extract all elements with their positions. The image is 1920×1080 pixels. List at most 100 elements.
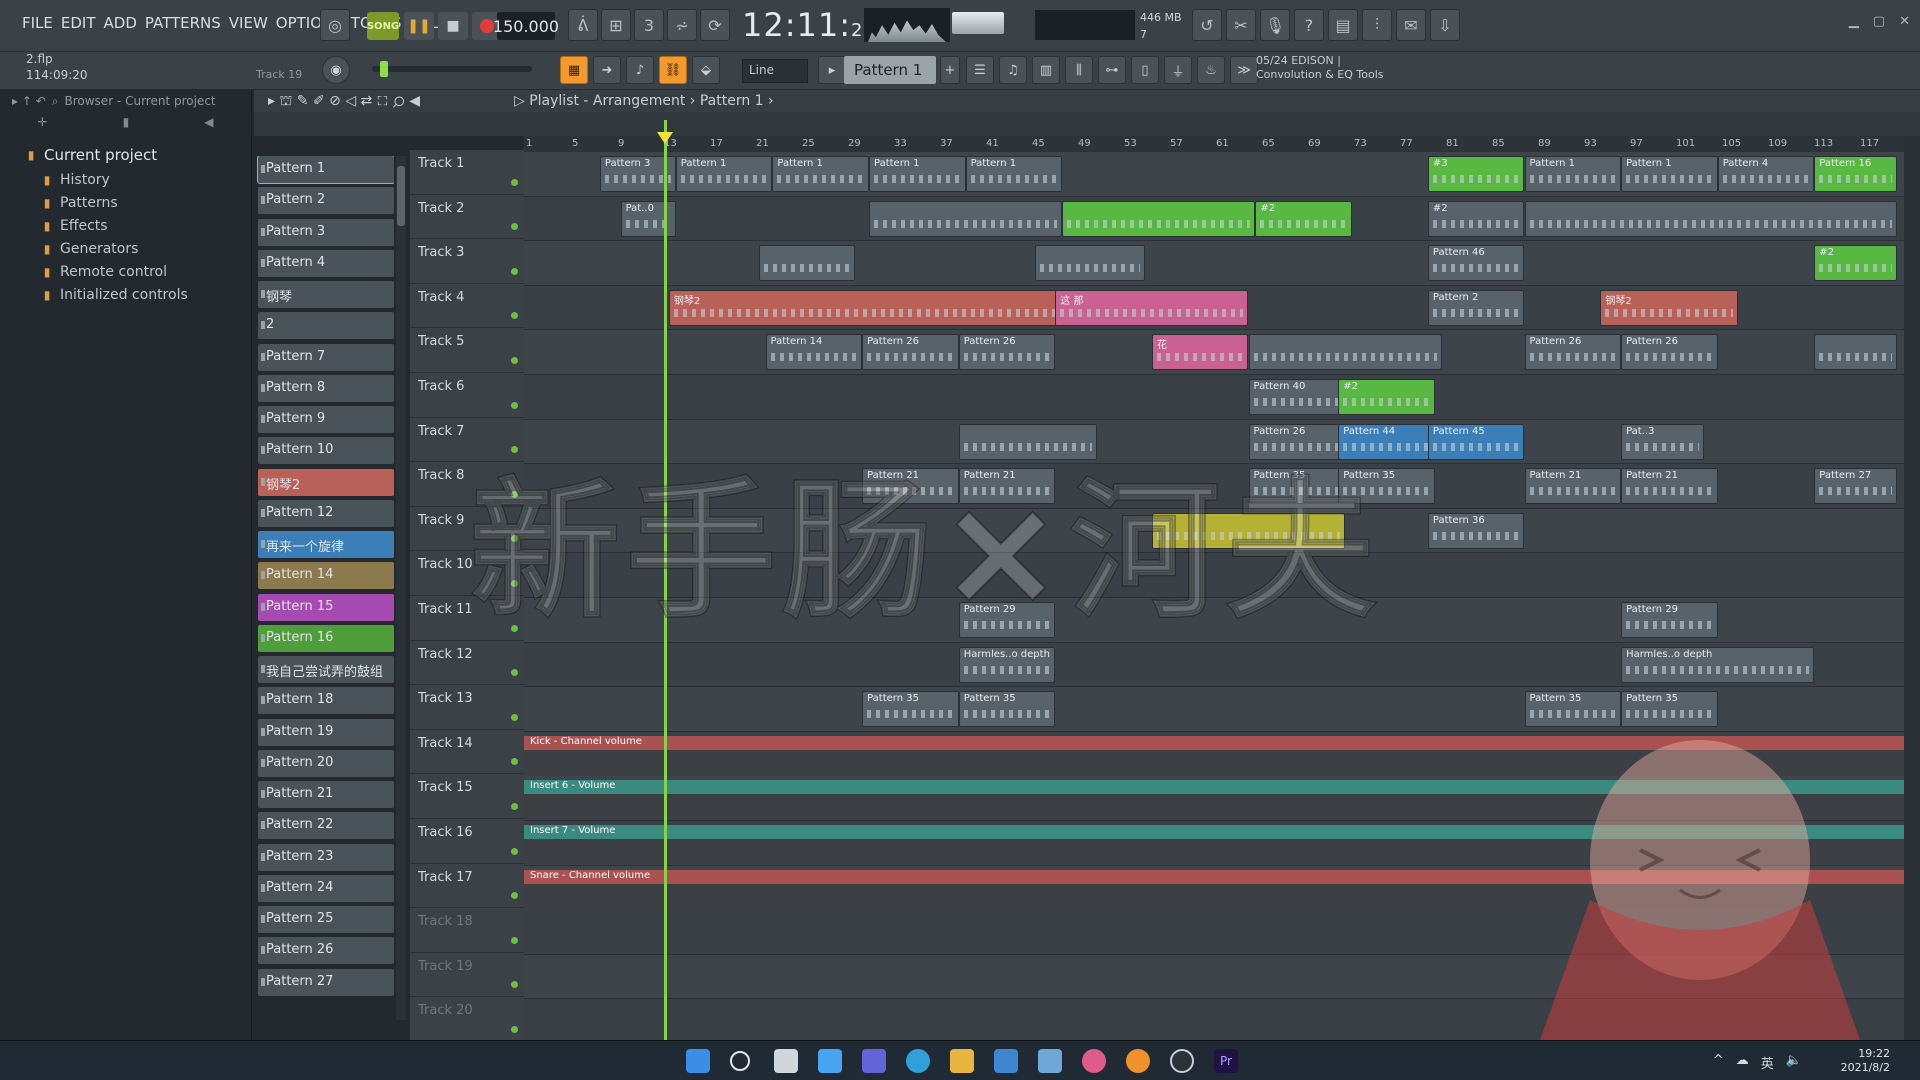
playlist-view-icon[interactable]: ☰ bbox=[966, 56, 994, 84]
tempo-tap-icon[interactable]: ♨ bbox=[1197, 56, 1225, 84]
maximize-icon[interactable]: ▢ bbox=[1873, 14, 1885, 29]
browser-item[interactable]: ▮ Generators bbox=[0, 237, 251, 260]
download-icon[interactable]: ⇩ bbox=[1430, 9, 1460, 41]
obs-icon[interactable] bbox=[1170, 1049, 1194, 1073]
menu-item-patterns[interactable]: PATTERNS bbox=[145, 14, 221, 32]
pattern-clip[interactable]: #2 bbox=[1814, 245, 1898, 282]
playlist-icon[interactable]: ▦ bbox=[560, 56, 588, 84]
pattern-clip[interactable]: Pattern 26 bbox=[1524, 334, 1622, 371]
timeline-ruler[interactable]: 1 5 9 13 17 21 25 29 33 37 41 45 49 53 57 61 65 69 73 77 81 8… bbox=[524, 136, 1904, 152]
menu-item-file[interactable]: FILE bbox=[22, 14, 53, 32]
mixer-icon[interactable]: ⫶ bbox=[1362, 9, 1392, 41]
track-mute-icon[interactable] bbox=[511, 847, 518, 855]
pattern-item[interactable]: 钢琴2 bbox=[258, 468, 394, 496]
master-pitch-knob-icon[interactable]: ◉ bbox=[322, 56, 350, 84]
playlist-vertical-scrollbar[interactable] bbox=[1904, 136, 1920, 1040]
pattern-clip[interactable]: Pattern 26 bbox=[862, 334, 959, 371]
store-icon[interactable] bbox=[994, 1049, 1018, 1073]
pattern-clip[interactable]: Pattern 1 bbox=[965, 156, 1063, 192]
browser-item[interactable]: ▮ Remote control bbox=[0, 260, 251, 283]
pattern-clip[interactable]: Pattern 4 bbox=[1717, 156, 1815, 192]
piano-roll-icon[interactable]: ♫ bbox=[999, 56, 1027, 84]
playhead-marker-icon[interactable] bbox=[657, 132, 673, 144]
save-icon[interactable]: ▤ bbox=[1328, 9, 1358, 41]
pattern-clip[interactable]: Pattern 1 bbox=[772, 156, 869, 192]
browser-item[interactable]: ▮ History bbox=[0, 168, 251, 191]
pattern-item[interactable]: Pattern 23 bbox=[258, 843, 394, 871]
arrow-icon[interactable]: ➜ bbox=[593, 56, 621, 84]
track-mute-icon[interactable] bbox=[511, 669, 518, 677]
tree-icon[interactable]: ⊶ bbox=[1098, 56, 1126, 84]
loop-record-icon[interactable]: ⟳ bbox=[700, 9, 730, 41]
pattern-clip[interactable]: Pattern 29 bbox=[1621, 602, 1718, 638]
close-icon[interactable]: ✕ bbox=[1899, 14, 1910, 29]
track-header[interactable]: Track 1 bbox=[410, 150, 524, 195]
track-header[interactable]: Track 6 bbox=[410, 373, 524, 418]
track-lane[interactable] bbox=[524, 375, 1904, 420]
pattern-clip[interactable]: Pattern 26 bbox=[958, 334, 1056, 371]
track-header[interactable]: Track 12 bbox=[410, 641, 524, 686]
pattern-item[interactable]: Pattern 10 bbox=[258, 437, 394, 465]
browser-search-icon[interactable]: ⌕ bbox=[52, 94, 59, 109]
pattern-item[interactable]: Pattern 21 bbox=[258, 781, 394, 808]
pattern-clip[interactable] bbox=[1524, 200, 1898, 237]
song-mode-toggle[interactable]: SONG bbox=[367, 12, 399, 40]
browser-item[interactable]: ▮ Initialized controls bbox=[0, 283, 251, 306]
pattern-item[interactable]: Pattern 2 bbox=[258, 187, 394, 215]
pattern-item[interactable]: Pattern 9 bbox=[258, 406, 394, 433]
track-mute-icon[interactable] bbox=[511, 267, 518, 275]
track-header[interactable]: Track 5 bbox=[410, 328, 524, 373]
add-pattern-icon[interactable]: + bbox=[940, 56, 960, 84]
pattern-clip[interactable]: Pattern 2 bbox=[1427, 289, 1525, 326]
pattern-clip[interactable]: Pattern 1 bbox=[869, 156, 966, 192]
countdown-icon[interactable]: 3 bbox=[634, 9, 664, 41]
pattern-clip[interactable]: Pattern 46 bbox=[1427, 245, 1525, 282]
track-header[interactable]: Track 4 bbox=[410, 284, 524, 329]
stamp-icon[interactable]: ⬙ bbox=[692, 56, 720, 84]
metronome-icon[interactable]: ᕖ bbox=[568, 9, 598, 41]
edge-icon[interactable] bbox=[906, 1049, 930, 1073]
browser-collapse-icon[interactable]: ✛ bbox=[38, 115, 48, 134]
browser-speaker-icon[interactable]: ◀ bbox=[204, 115, 213, 134]
play-pattern-icon[interactable]: ▸ bbox=[818, 56, 846, 84]
browser-folder-icon[interactable]: ▮ bbox=[123, 115, 130, 134]
pattern-item[interactable]: Pattern 15 bbox=[258, 593, 394, 621]
start-icon[interactable] bbox=[686, 1049, 710, 1073]
pattern-clip[interactable]: #3 bbox=[1427, 156, 1525, 192]
pattern-clip[interactable]: Pattern 14 bbox=[765, 334, 863, 371]
tempo-display[interactable]: 150.000 bbox=[493, 12, 559, 40]
pattern-clip[interactable]: Pattern 35 bbox=[958, 691, 1056, 728]
track-mute-icon[interactable] bbox=[511, 356, 518, 364]
pattern-item[interactable]: 再来一个旋律 bbox=[258, 531, 394, 558]
premiere-icon[interactable]: Pr bbox=[1214, 1049, 1238, 1073]
plugin-icon[interactable]: ⏚ bbox=[1164, 56, 1192, 84]
pattern-clip[interactable] bbox=[1814, 334, 1898, 371]
pattern-item[interactable]: 钢琴 bbox=[258, 281, 394, 308]
task-view-icon[interactable] bbox=[774, 1049, 798, 1073]
track-header[interactable]: Track 19 bbox=[410, 953, 524, 998]
track-header[interactable]: Track 14 bbox=[410, 730, 524, 775]
track-header[interactable]: Track 2 bbox=[410, 195, 524, 240]
browser-icon[interactable]: ▯ bbox=[1131, 56, 1159, 84]
pattern-clip[interactable]: Pattern 21 bbox=[1524, 468, 1622, 505]
pattern-clip[interactable] bbox=[1062, 200, 1256, 237]
pattern-clip[interactable] bbox=[758, 245, 856, 282]
pattern-clip[interactable]: Pattern 45 bbox=[1427, 423, 1525, 460]
pattern-clip[interactable]: 钢琴2 bbox=[1600, 289, 1739, 326]
plugin-picker-hint[interactable]: 05/24 EDISON | Convolution & EQ Tools bbox=[1256, 54, 1416, 86]
master-volume-slider[interactable] bbox=[372, 61, 532, 77]
pattern-item[interactable]: Pattern 1 bbox=[257, 156, 394, 184]
pattern-item[interactable]: Pattern 24 bbox=[258, 874, 394, 902]
track-mute-icon[interactable] bbox=[511, 981, 518, 989]
pattern-clip[interactable]: 花 bbox=[1151, 334, 1249, 371]
pattern-clip[interactable]: Pattern 40 bbox=[1248, 379, 1346, 415]
pattern-clip[interactable]: Pattern 36 bbox=[1427, 512, 1525, 549]
pattern-clip[interactable]: Pat..0 bbox=[620, 200, 676, 237]
pattern-item[interactable]: Pattern 18 bbox=[258, 687, 394, 715]
track-mute-icon[interactable] bbox=[511, 758, 518, 766]
picker-scrollbar[interactable] bbox=[396, 156, 406, 1020]
pattern-item[interactable]: Pattern 7 bbox=[258, 343, 394, 371]
photos-icon[interactable] bbox=[1038, 1049, 1062, 1073]
snap-select[interactable]: Line bbox=[742, 59, 808, 83]
fastforward-icon[interactable]: ≫ bbox=[1230, 56, 1258, 84]
